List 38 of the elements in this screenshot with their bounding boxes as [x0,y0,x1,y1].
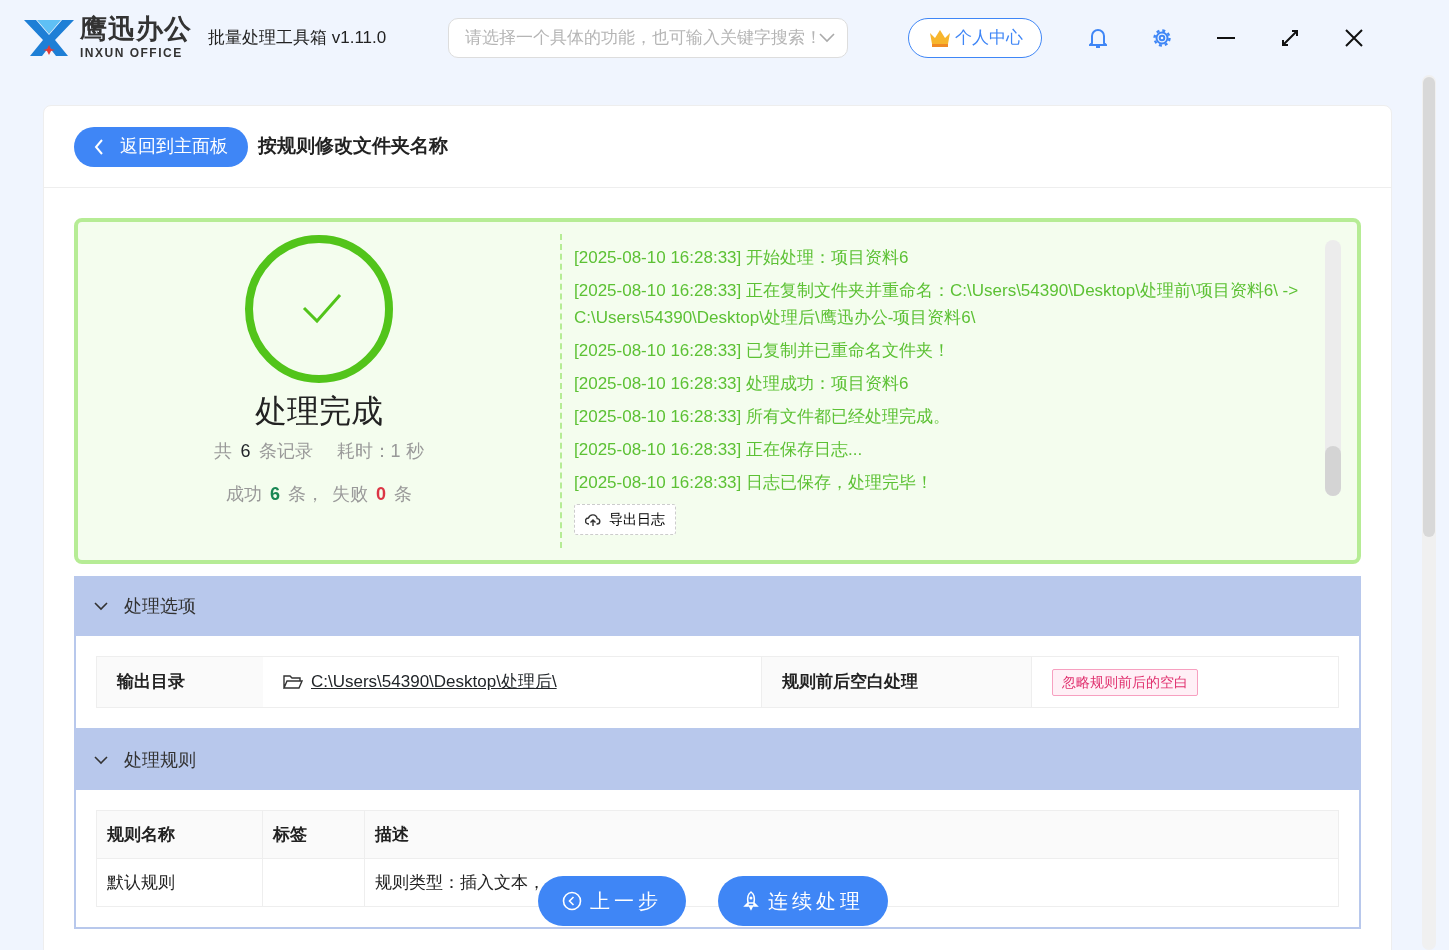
stat-text: 条， [288,483,324,507]
fail-count: 0 [376,483,386,507]
brand-subtitle: INXUN OFFICE [80,47,184,59]
back-button[interactable]: 返回到主面板 [74,126,248,167]
column-header: 标签 [262,810,365,859]
process-button[interactable]: 连续处理 [718,876,888,926]
status-title: 处理完成 [255,392,383,431]
column-header: 规则名称 [96,810,263,859]
success-count: 6 [270,483,280,507]
column-header: 描述 [364,810,1339,859]
option-tag: 忽略规则前后的空白 [1052,668,1198,696]
path-link[interactable]: C:\Users\54390\Desktop\处理后\ [311,669,557,695]
log-line: [2025-08-10 16:28:33] 开始处理：项目资料6 [574,247,910,269]
search-field[interactable]: 请选择一个具体的功能，也可输入关键字搜索！ [448,17,849,58]
stat-text: 失败 [332,483,368,507]
table-cell: 默认规则 [96,858,263,907]
page-title: 按规则修改文件夹名称 [258,134,448,159]
field-label: 输出目录 [97,657,263,707]
previous-step-button[interactable]: 上一步 [538,876,686,926]
section-header[interactable]: 处理规则 [76,730,1359,790]
field-label: 规则前后空白处理 [761,657,1031,707]
log-line: [2025-08-10 16:28:33] 日志已保存，处理完毕！ [574,472,935,494]
stat-text: 条记录 [258,440,313,464]
log-line: [2025-08-10 16:28:33] 正在保存日志... [574,439,864,461]
app-title: 批量处理工具箱 v1.11.0 [208,26,387,49]
stat-text: 条 [394,483,412,507]
log-line: [2025-08-10 16:28:33] 已复制并已重命名文件夹！ [574,340,952,362]
log-line: [2025-08-10 16:28:33] 所有文件都已经处理完成。 [574,406,952,428]
elapsed-time: 耗时：1 秒 [336,440,424,464]
stat-text: 成功 [226,483,262,507]
log-line: [2025-08-10 16:28:33] 正在复制文件夹并重命名：C:\Users\54390\Desktop\处理前\项目资料6\ -> C:\Users\54390\Desktop\处理后\鹰迅办公-项目资料6\ [574,280,1300,329]
brand-name: 鹰迅办公 [80,16,192,43]
user-center-button[interactable]: 个人中心 [908,17,1043,58]
record-count: 6 [240,440,251,464]
stat-text: 共 [214,440,233,464]
export-log-button[interactable]: 导出日志 [574,504,676,535]
section-header[interactable]: 处理选项 [76,576,1359,636]
log-line: [2025-08-10 16:28:33] 处理成功：项目资料6 [574,373,910,395]
